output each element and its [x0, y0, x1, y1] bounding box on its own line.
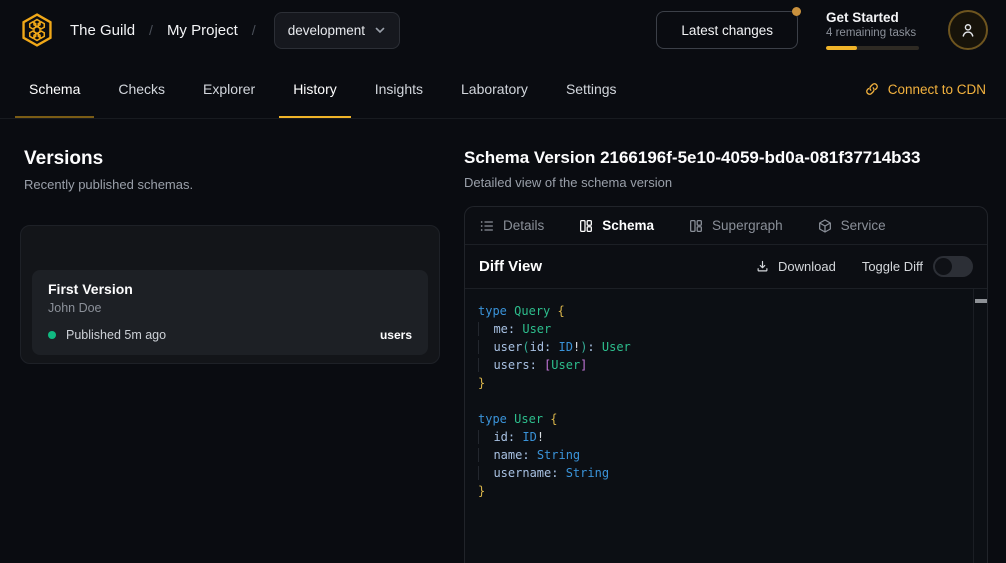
- breadcrumb-separator: /: [252, 22, 256, 38]
- tab-details-label: Details: [503, 218, 544, 233]
- schema-detail-card: Details Schema: [464, 206, 988, 563]
- download-label: Download: [778, 259, 836, 274]
- toggle-diff-label: Toggle Diff: [862, 259, 923, 274]
- tab-schema-view[interactable]: Schema: [578, 218, 654, 234]
- diff-view-title: Diff View: [479, 258, 542, 275]
- latest-changes-button[interactable]: Latest changes: [656, 11, 798, 49]
- published-status-icon: [48, 331, 56, 339]
- tab-schema-view-label: Schema: [602, 218, 654, 233]
- tab-supergraph-label: Supergraph: [712, 218, 783, 233]
- breadcrumb: The Guild / My Project / development: [18, 11, 400, 49]
- get-started-subtitle: 4 remaining tasks: [826, 27, 920, 39]
- environment-dropdown-value: development: [288, 23, 365, 38]
- version-status: Published 5m ago: [66, 328, 166, 342]
- tab-settings[interactable]: Settings: [552, 60, 631, 118]
- tab-service-label: Service: [841, 218, 886, 233]
- user-avatar[interactable]: [948, 10, 988, 50]
- version-detail-panel: Schema Version 2166196f-5e10-4059-bd0a-0…: [464, 148, 988, 563]
- tab-supergraph[interactable]: Supergraph: [688, 218, 783, 234]
- versions-title: Versions: [20, 148, 440, 170]
- diff-toolbar: Diff View Download Toggle Diff: [465, 245, 987, 289]
- schema-code: type Query { me: User user(id: ID!): Use…: [465, 289, 973, 563]
- tab-schema[interactable]: Schema: [15, 60, 94, 118]
- schema-version-title: Schema Version 2166196f-5e10-4059-bd0a-0…: [464, 148, 988, 168]
- environment-dropdown[interactable]: development: [274, 12, 400, 49]
- version-author: John Doe: [48, 301, 412, 315]
- chevron-down-icon: [374, 24, 386, 36]
- person-icon: [958, 20, 978, 40]
- notification-dot: [792, 7, 801, 16]
- progress-fill: [826, 46, 857, 50]
- main-content: Versions Recently published schemas. Fir…: [0, 119, 1006, 563]
- tab-insights[interactable]: Insights: [361, 60, 437, 118]
- scrollbar-thumb[interactable]: [975, 299, 987, 303]
- connect-to-cdn-label: Connect to CDN: [888, 82, 986, 97]
- code-scrollbar[interactable]: [973, 289, 987, 563]
- tab-explorer[interactable]: Explorer: [189, 60, 269, 118]
- cube-icon: [817, 218, 833, 234]
- app-root: The Guild / My Project / development Lat…: [0, 0, 1006, 563]
- columns-icon: [578, 218, 594, 234]
- versions-list: First Version John Doe Published 5m ago …: [20, 225, 440, 364]
- toggle-diff-switch[interactable]: [933, 256, 973, 277]
- download-icon: [755, 259, 770, 274]
- breadcrumb-org[interactable]: The Guild: [70, 22, 135, 39]
- tab-laboratory[interactable]: Laboratory: [447, 60, 542, 118]
- tab-checks[interactable]: Checks: [104, 60, 179, 118]
- detail-tabs: Details Schema: [465, 207, 987, 245]
- list-icon: [479, 218, 495, 234]
- connect-to-cdn-link[interactable]: Connect to CDN: [854, 60, 996, 118]
- hive-logo-icon[interactable]: [18, 11, 56, 49]
- header-actions: Latest changes Get Started 4 remaining t…: [656, 10, 988, 50]
- get-started-title: Get Started: [826, 10, 920, 25]
- version-list-item[interactable]: First Version John Doe Published 5m ago …: [32, 270, 428, 355]
- get-started-widget[interactable]: Get Started 4 remaining tasks: [826, 10, 920, 50]
- columns-icon: [688, 218, 704, 234]
- tab-details[interactable]: Details: [479, 218, 544, 234]
- version-name: First Version: [48, 281, 412, 297]
- tab-history[interactable]: History: [279, 60, 351, 118]
- tab-service[interactable]: Service: [817, 218, 886, 234]
- version-service-badge: users: [380, 328, 412, 342]
- switch-knob: [935, 258, 952, 275]
- breadcrumb-project[interactable]: My Project: [167, 22, 238, 39]
- download-button[interactable]: Download: [755, 259, 836, 274]
- link-icon: [864, 81, 880, 97]
- schema-code-viewer: type Query { me: User user(id: ID!): Use…: [465, 289, 987, 563]
- schema-version-subtitle: Detailed view of the schema version: [464, 175, 988, 190]
- get-started-progress: [826, 46, 919, 50]
- project-nav: Schema Checks Explorer History Insights …: [0, 60, 1006, 119]
- versions-panel: Versions Recently published schemas. Fir…: [20, 148, 440, 563]
- header: The Guild / My Project / development Lat…: [0, 0, 1006, 60]
- breadcrumb-separator: /: [149, 22, 153, 38]
- versions-subtitle: Recently published schemas.: [20, 177, 440, 192]
